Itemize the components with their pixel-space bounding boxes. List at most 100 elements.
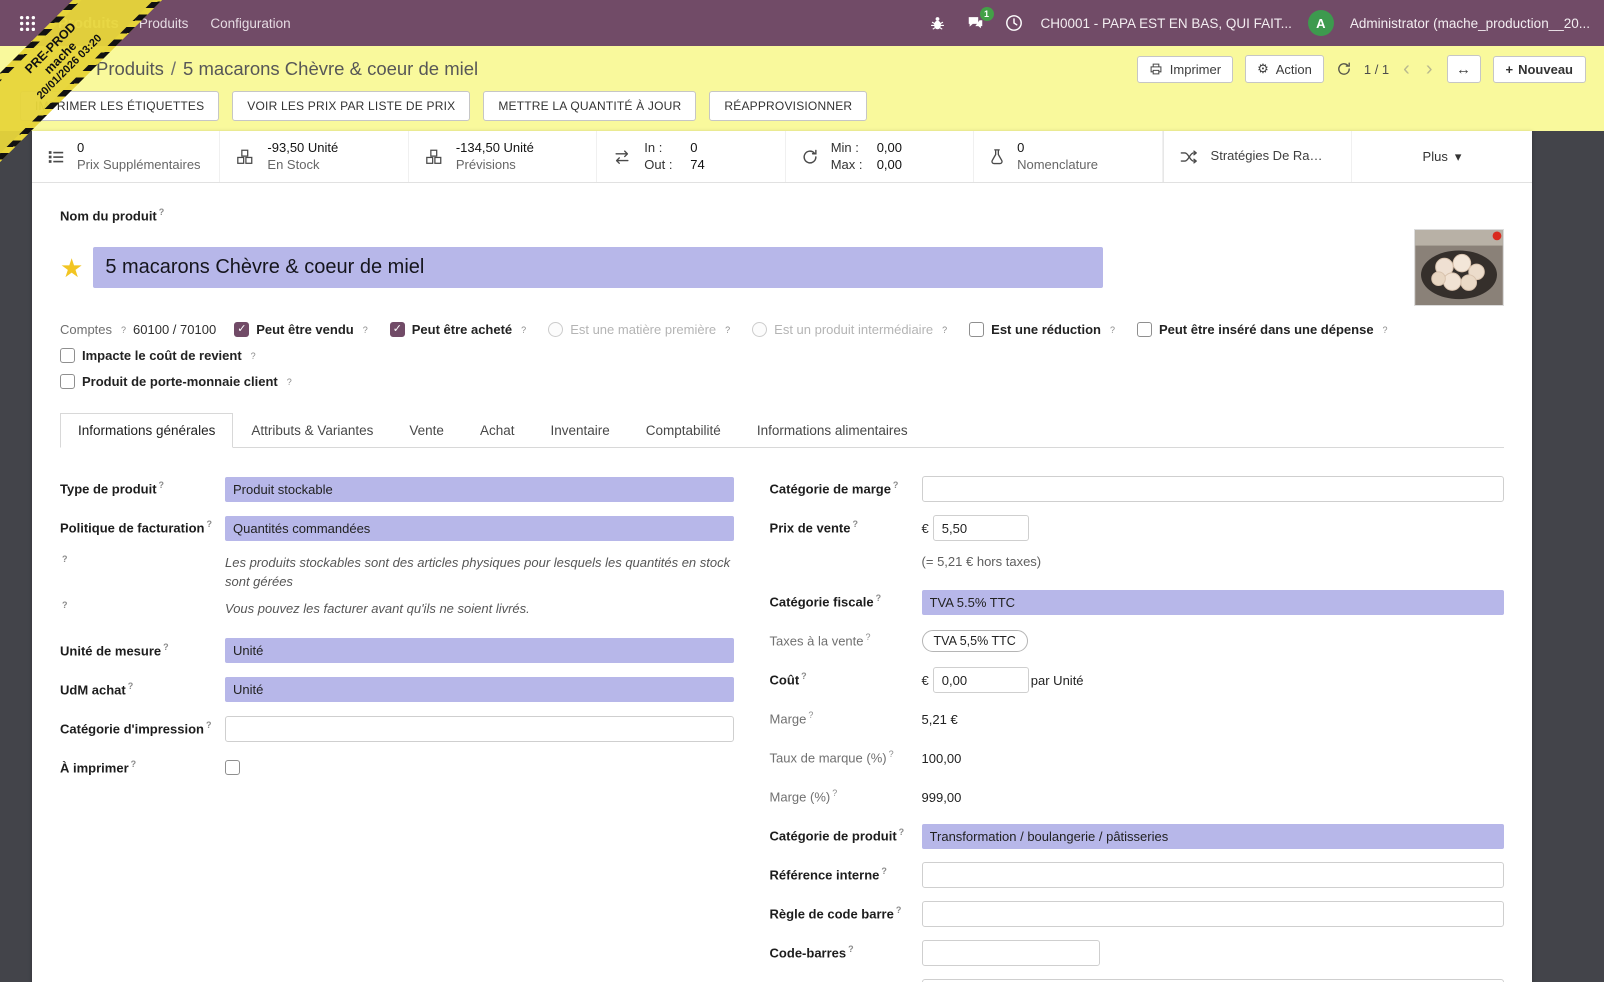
messages-icon[interactable]: 1 bbox=[965, 12, 987, 34]
checkbox-icon[interactable] bbox=[969, 322, 984, 337]
checkbox-impacte-cout-revient[interactable]: Impacte le coût de revient? bbox=[60, 348, 256, 363]
field-label: Coût? bbox=[770, 671, 922, 689]
replenish-button[interactable]: RÉAPPROVISIONNER bbox=[709, 91, 867, 121]
product-name-input[interactable] bbox=[93, 247, 1103, 288]
tab-achat[interactable]: Achat bbox=[462, 413, 533, 448]
categorie-impression-input[interactable] bbox=[225, 716, 734, 742]
regle-code-barre-input[interactable] bbox=[922, 901, 1504, 927]
stat-max-value: 0,00 bbox=[877, 157, 902, 174]
update-quantity-button[interactable]: METTRE LA QUANTITÉ À JOUR bbox=[483, 91, 696, 121]
accounts-value[interactable]: 60100 / 70100 bbox=[133, 322, 216, 337]
field-label-text: Catégorie de produit bbox=[770, 829, 897, 844]
field-label: Catégorie de marge? bbox=[770, 480, 922, 498]
product-flags-row: Comptes? 60100 / 70100 Peut être vendu? … bbox=[60, 322, 1504, 337]
user-menu[interactable]: Administrator (mache_production__20... bbox=[1350, 16, 1590, 31]
checkbox-est-une-reduction[interactable]: Est une réduction? bbox=[969, 322, 1115, 337]
help-marker: ? bbox=[832, 788, 837, 798]
breadcrumb-parent[interactable]: Produits bbox=[96, 58, 164, 79]
pricelist-prices-button[interactable]: VOIR LES PRIX PAR LISTE DE PRIX bbox=[232, 91, 470, 121]
cubes-icon bbox=[235, 148, 255, 166]
stat-extra-prices[interactable]: 0Prix Supplémentaires bbox=[32, 131, 220, 182]
tax-tag[interactable]: TVA 5,5% TTC bbox=[922, 630, 1028, 652]
favorite-star-icon[interactable]: ★ bbox=[60, 255, 83, 281]
pager-previous-icon[interactable]: ‹ bbox=[1401, 59, 1412, 79]
tab-attributs-variantes[interactable]: Attributs & Variantes bbox=[233, 413, 391, 448]
field-categorie-de-produit: Catégorie de produit? bbox=[770, 823, 1504, 849]
categorie-de-produit-input[interactable] bbox=[922, 824, 1504, 849]
udm-achat-input[interactable] bbox=[225, 677, 734, 702]
print-button[interactable]: Imprimer bbox=[1137, 56, 1233, 83]
tab-informations-generales[interactable]: Informations générales bbox=[60, 413, 233, 448]
user-avatar[interactable]: A bbox=[1308, 10, 1334, 36]
tab-informations-alimentaires[interactable]: Informations alimentaires bbox=[739, 413, 926, 448]
checkbox-icon[interactable] bbox=[60, 374, 75, 389]
company-switcher[interactable]: CH0001 - PAPA EST EN BAS, QUI FAIT... bbox=[1041, 16, 1292, 31]
checkbox-peut-etre-achete[interactable]: Peut être acheté? bbox=[390, 322, 526, 337]
checkbox-icon[interactable] bbox=[390, 322, 405, 337]
activities-clock-icon[interactable] bbox=[1003, 12, 1025, 34]
field-label-text: UdM achat bbox=[60, 682, 126, 697]
product-image[interactable] bbox=[1414, 229, 1504, 306]
refresh-icon[interactable] bbox=[1336, 61, 1352, 77]
tab-vente[interactable]: Vente bbox=[391, 413, 462, 448]
debug-icon[interactable] bbox=[927, 12, 949, 34]
checkbox-label: Peut être acheté bbox=[412, 322, 512, 337]
stat-in-out[interactable]: In :0 Out :74 bbox=[597, 131, 785, 182]
stat-putaway-strategies[interactable]: Stratégies De Ra… bbox=[1163, 131, 1352, 182]
stat-more-button[interactable]: Plus ▾ bbox=[1352, 131, 1532, 182]
help-marker: ? bbox=[363, 325, 368, 335]
print-labels-button[interactable]: IMPRIMER LES ÉTIQUETTES bbox=[20, 91, 219, 121]
field-label-text: À imprimer bbox=[60, 760, 129, 775]
checkbox-porte-monnaie-client[interactable]: Produit de porte-monnaie client? bbox=[60, 374, 292, 389]
categorie-fiscale-input[interactable] bbox=[922, 590, 1504, 615]
help-marker: ? bbox=[206, 720, 212, 730]
checkbox-icon[interactable] bbox=[234, 322, 249, 337]
field-a-imprimer: À imprimer? bbox=[60, 755, 734, 781]
pager-next-icon[interactable]: › bbox=[1424, 59, 1435, 79]
stat-in-key: In : bbox=[644, 140, 680, 157]
unite-de-mesure-input[interactable] bbox=[225, 638, 734, 663]
checkbox-insere-depense[interactable]: Peut être inséré dans une dépense? bbox=[1137, 322, 1388, 337]
menu-produits[interactable]: Produits bbox=[137, 12, 191, 35]
app-brand[interactable]: Produits bbox=[58, 15, 119, 32]
code-barres-input[interactable] bbox=[922, 940, 1100, 966]
stat-reordering-rules[interactable]: Min :0,00 Max :0,00 bbox=[786, 131, 974, 182]
stat-bom[interactable]: 0Nomenclature bbox=[974, 131, 1162, 182]
prix-de-vente-input[interactable] bbox=[933, 515, 1029, 541]
print-button-label: Imprimer bbox=[1170, 62, 1221, 77]
expand-width-button[interactable]: ↔ bbox=[1447, 55, 1481, 83]
left-column: Type de produit? Politique de facturatio… bbox=[60, 476, 768, 982]
stat-on-hand[interactable]: -93,50 UnitéEn Stock bbox=[220, 131, 408, 182]
action-button[interactable]: ⚙ Action bbox=[1245, 55, 1324, 83]
field-reference-interne: Référence interne? bbox=[770, 862, 1504, 888]
checkbox-icon[interactable] bbox=[1137, 322, 1152, 337]
product-name-label: Nom du produit? bbox=[60, 207, 1504, 223]
apps-grid-icon[interactable] bbox=[14, 10, 40, 36]
checkbox-peut-etre-vendu[interactable]: Peut être vendu? bbox=[234, 322, 368, 337]
tab-inventaire[interactable]: Inventaire bbox=[532, 413, 627, 448]
field-unite-de-mesure: Unité de mesure? bbox=[60, 638, 734, 664]
help-marker: ? bbox=[62, 600, 68, 610]
stat-label: Prévisions bbox=[456, 157, 534, 174]
help-marker: ? bbox=[876, 593, 882, 603]
stat-value: -93,50 Unité bbox=[267, 140, 338, 157]
accounts-label: Comptes bbox=[60, 322, 112, 337]
checkbox-icon[interactable] bbox=[60, 348, 75, 363]
stat-in-value: 0 bbox=[690, 140, 697, 157]
help-marker: ? bbox=[131, 759, 137, 769]
stat-forecasted[interactable]: -134,50 UnitéPrévisions bbox=[409, 131, 597, 182]
reference-interne-input[interactable] bbox=[922, 862, 1504, 888]
type-de-produit-input[interactable] bbox=[225, 477, 734, 502]
politique-facturation-input[interactable] bbox=[225, 516, 734, 541]
help-marker: ? bbox=[896, 905, 902, 915]
help-marker: ? bbox=[128, 681, 134, 691]
new-record-button[interactable]: + Nouveau bbox=[1493, 56, 1587, 83]
tab-comptabilite[interactable]: Comptabilité bbox=[628, 413, 739, 448]
menu-configuration[interactable]: Configuration bbox=[208, 12, 292, 35]
a-imprimer-checkbox[interactable] bbox=[225, 760, 240, 775]
stat-value: 0 bbox=[1017, 140, 1098, 157]
categorie-de-marge-input[interactable] bbox=[922, 476, 1504, 502]
stat-label: Stratégies De Ra… bbox=[1211, 148, 1323, 165]
field-politique-facturation: Politique de facturation? bbox=[60, 515, 734, 541]
cout-input[interactable] bbox=[933, 667, 1029, 693]
